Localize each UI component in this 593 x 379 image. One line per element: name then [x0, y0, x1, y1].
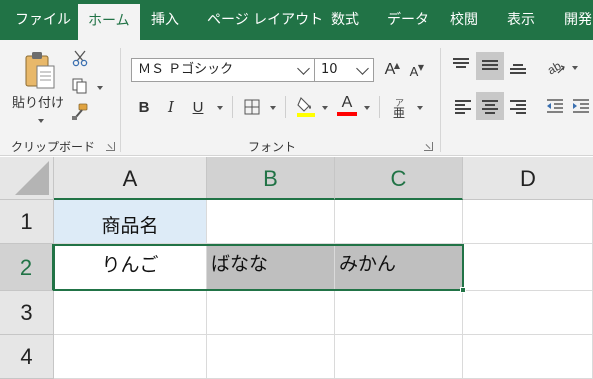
cell-d2[interactable]: [463, 244, 593, 291]
ribbon-tab-bar: ファイル ホーム 挿入 ページ レイアウト 数式 データ 校閲 表示 開発: [0, 0, 593, 40]
format-painter-icon[interactable]: [70, 102, 90, 122]
borders-dropdown-icon[interactable]: [270, 106, 276, 110]
copy-dropdown-icon[interactable]: [97, 86, 103, 90]
column-header-d[interactable]: D: [463, 157, 593, 200]
fill-color-dropdown-icon[interactable]: [322, 106, 328, 110]
font-name-combobox[interactable]: ＭＳ Ｐゴシック: [131, 58, 315, 82]
cell-d4[interactable]: [463, 335, 593, 379]
tab-home[interactable]: ホーム: [78, 4, 140, 40]
tab-page-layout[interactable]: ページ レイアウト: [207, 0, 323, 40]
row-header-1[interactable]: 1: [0, 200, 54, 244]
font-group-label: フォント: [248, 140, 297, 154]
row-header-2[interactable]: 2: [0, 244, 54, 291]
chevron-down-icon: [297, 62, 310, 75]
divider: [232, 96, 233, 118]
cell-a1[interactable]: 商品名: [54, 200, 207, 244]
cell-d3[interactable]: [463, 291, 593, 335]
group-divider: [440, 48, 441, 152]
cell-c1[interactable]: [335, 200, 463, 244]
italic-icon: I: [168, 98, 174, 116]
chevron-down-icon: [356, 62, 369, 75]
decrease-indent-icon[interactable]: [545, 96, 565, 116]
cell-b4[interactable]: [207, 335, 335, 379]
worksheet-grid: A B C D 1 2 3 4 商品名 りんご ばなな みかん: [0, 157, 593, 379]
decrease-font-size-button[interactable]: A ▼: [404, 61, 424, 81]
underline-dropdown-icon[interactable]: [217, 106, 223, 110]
cell-b2[interactable]: ばなな: [207, 244, 335, 291]
divider: [285, 96, 286, 118]
align-top-icon[interactable]: [453, 58, 469, 72]
orientation-icon[interactable]: ab: [545, 56, 567, 78]
ribbon: 貼り付け クリップボード ＭＳ Ｐゴシック 10 A ▲ A ▼ B I U A…: [0, 40, 593, 156]
align-center-icon[interactable]: [482, 100, 498, 114]
increase-font-size-button[interactable]: A ▲: [380, 59, 400, 81]
fill-handle[interactable]: [460, 287, 466, 293]
underline-icon: U: [192, 98, 204, 116]
bold-icon: B: [138, 98, 150, 116]
font-color-swatch: [337, 112, 357, 116]
tab-data[interactable]: データ: [387, 0, 429, 40]
phonetic-guide-icon: 亜: [393, 106, 406, 120]
copy-icon[interactable]: [70, 76, 90, 96]
cell-a2[interactable]: りんご: [54, 244, 207, 291]
cell-b1[interactable]: [207, 200, 335, 244]
font-name-value: ＭＳ Ｐゴシック: [138, 62, 234, 77]
phonetic-guide-button[interactable]: ア 亜: [389, 96, 411, 120]
font-launcher-icon[interactable]: [424, 142, 433, 151]
font-size-value: 10: [321, 62, 338, 77]
row-header-4[interactable]: 4: [0, 335, 54, 379]
cut-icon[interactable]: [70, 48, 90, 68]
clipboard-launcher-icon[interactable]: [106, 142, 115, 151]
paste-button-label[interactable]: 貼り付け: [12, 92, 64, 111]
underline-button[interactable]: U: [188, 96, 208, 118]
bold-button[interactable]: B: [134, 96, 154, 118]
tab-formulas[interactable]: 数式: [331, 0, 359, 40]
borders-icon[interactable]: [242, 97, 262, 117]
group-divider: [120, 48, 121, 152]
cell-b3[interactable]: [207, 291, 335, 335]
orientation-dropdown-icon[interactable]: [572, 66, 578, 70]
column-header-a[interactable]: A: [54, 157, 207, 200]
paste-icon[interactable]: [22, 50, 58, 94]
tab-developer[interactable]: 開発: [564, 0, 592, 40]
select-all-button[interactable]: [0, 157, 54, 200]
column-header-b[interactable]: B: [207, 157, 335, 200]
font-size-combobox[interactable]: 10: [314, 58, 374, 82]
phonetic-dropdown-icon[interactable]: [417, 106, 423, 110]
align-bottom-icon[interactable]: [510, 64, 526, 78]
fill-color-icon[interactable]: [295, 94, 317, 118]
paste-dropdown-icon[interactable]: [38, 119, 44, 123]
increase-indent-icon[interactable]: [571, 96, 591, 116]
svg-text:ab: ab: [546, 58, 564, 77]
cell-a4[interactable]: [54, 335, 207, 379]
tab-file[interactable]: ファイル: [15, 0, 71, 40]
cell-c3[interactable]: [335, 291, 463, 335]
select-all-triangle-icon: [15, 161, 49, 195]
tab-review[interactable]: 校閲: [450, 0, 478, 40]
clipboard-group-label: クリップボード: [11, 140, 96, 154]
font-color-button[interactable]: A: [336, 94, 358, 118]
cell-d1[interactable]: [463, 200, 593, 244]
align-middle-icon[interactable]: [482, 60, 498, 74]
divider: [379, 96, 380, 118]
align-left-icon[interactable]: [455, 100, 471, 114]
align-right-icon[interactable]: [510, 100, 526, 114]
tab-view[interactable]: 表示: [507, 0, 535, 40]
font-color-dropdown-icon[interactable]: [364, 106, 370, 110]
cell-c4[interactable]: [335, 335, 463, 379]
fill-color-swatch: [297, 113, 315, 117]
cell-c2[interactable]: みかん: [335, 244, 463, 291]
cell-a3[interactable]: [54, 291, 207, 335]
column-header-c[interactable]: C: [335, 157, 463, 200]
row-header-3[interactable]: 3: [0, 291, 54, 335]
font-color-icon: A: [341, 94, 353, 111]
italic-button[interactable]: I: [161, 96, 181, 118]
tab-insert[interactable]: 挿入: [151, 0, 179, 40]
